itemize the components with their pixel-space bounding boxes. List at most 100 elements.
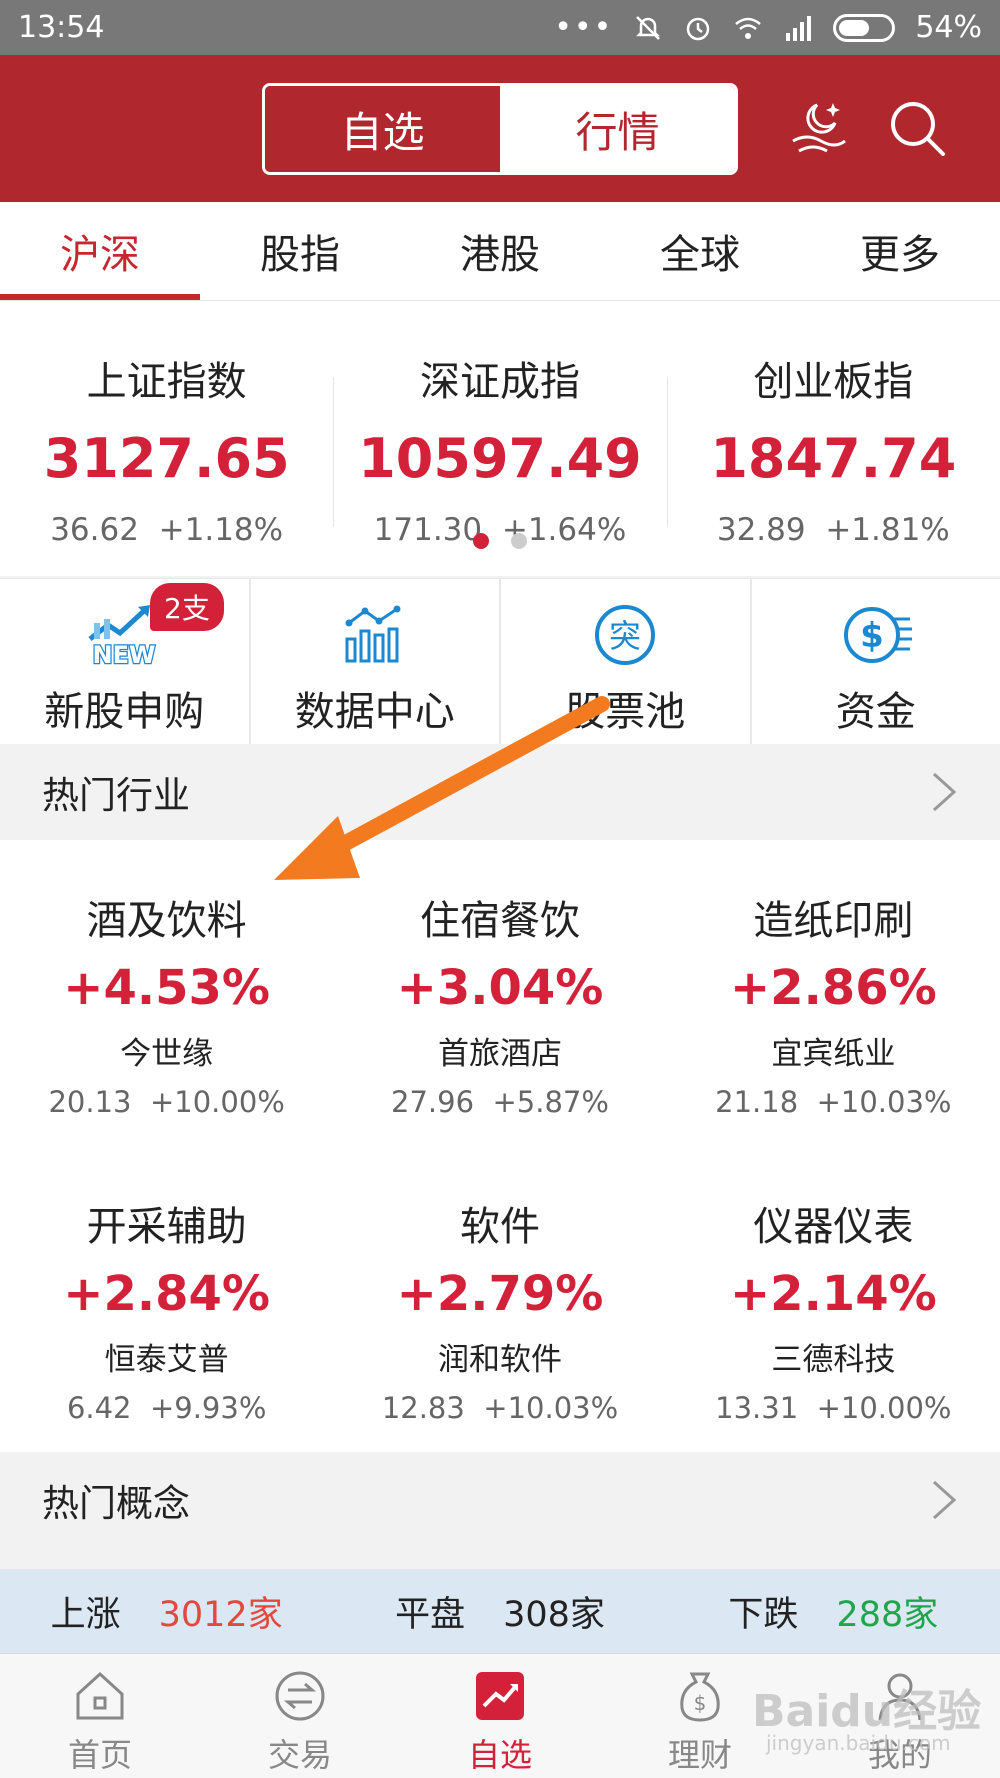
night-mode-icon[interactable] <box>787 97 849 159</box>
nav-trade[interactable]: 交易 <box>200 1654 400 1778</box>
leading-stock-quote: 27.96 +5.87% <box>391 1085 609 1119</box>
industry-name: 仪器仪表 <box>753 1204 914 1250</box>
hot-concepts-header[interactable]: 热门概念 <box>0 1452 1000 1548</box>
industry-card[interactable]: 软件 +2.79% 润和软件 12.83 +10.03% <box>333 1146 666 1452</box>
feature-capital[interactable]: $ 资金 <box>752 579 1000 744</box>
money-bag-icon: $ <box>680 1672 720 1722</box>
index-name: 深证成指 <box>419 359 580 405</box>
capital-icon: $ <box>843 607 912 663</box>
unchanged-label: 平盘 <box>395 1594 466 1635</box>
watermark-url: jingyan.baidu.com <box>766 1731 951 1755</box>
tab-shanghai-shenzhen[interactable]: 沪深 <box>0 202 200 300</box>
industry-change: +2.79% <box>396 1266 604 1322</box>
status-time: 13:54 <box>18 10 105 45</box>
nav-label: 自选 <box>467 1736 532 1774</box>
carousel-dot-active <box>473 533 489 549</box>
leading-stock: 润和软件 <box>437 1342 562 1378</box>
signal-icon <box>786 15 812 41</box>
tab-more[interactable]: 更多 <box>800 202 1000 300</box>
feature-label: 股票池 <box>565 689 686 735</box>
tab-stock-index[interactable]: 股指 <box>200 202 400 300</box>
chevron-right-icon <box>932 772 957 812</box>
index-change: 32.89 +1.81% <box>716 512 950 548</box>
leading-stock-quote: 6.42 +9.93% <box>66 1391 267 1425</box>
capital-icon-glyph: $ <box>860 616 884 656</box>
feature-stock-pool[interactable]: 突 股票池 <box>501 579 752 744</box>
nav-watchlist[interactable]: 自选 <box>400 1654 600 1778</box>
breakout-icon: 突 <box>595 605 656 665</box>
nav-label: 交易 <box>267 1736 332 1774</box>
section-title: 热门概念 <box>42 1482 190 1525</box>
index-value: 1847.74 <box>710 427 957 490</box>
segment-control: 自选 行情 <box>262 83 738 175</box>
industry-name: 开采辅助 <box>86 1204 247 1250</box>
industry-change: +2.86% <box>729 960 937 1016</box>
battery-icon <box>833 13 896 42</box>
tab-hong-kong[interactable]: 港股 <box>400 202 600 300</box>
chevron-right-icon <box>932 1480 957 1520</box>
index-name: 上证指数 <box>86 359 247 405</box>
segment-market[interactable]: 行情 <box>500 86 735 172</box>
industry-card[interactable]: 酒及饮料 +4.53% 今世缘 20.13 +10.00% <box>0 840 333 1146</box>
index-value: 3127.65 <box>43 427 290 490</box>
baidu-watermark: Baidu经验 jingyan.baidu.com <box>752 1675 981 1755</box>
industry-card[interactable]: 住宿餐饮 +3.04% 首旅酒店 27.96 +5.87% <box>333 840 666 1146</box>
industry-change: +2.84% <box>63 1266 271 1322</box>
unchanged-count: 308家 <box>503 1594 605 1635</box>
watchlist-icon <box>476 1672 524 1720</box>
svg-text:$: $ <box>694 1691 707 1715</box>
industry-name: 造纸印刷 <box>753 898 914 944</box>
industry-card[interactable]: 仪器仪表 +2.14% 三德科技 13.31 +10.00% <box>667 1146 1000 1452</box>
section-title: 热门行业 <box>42 774 190 817</box>
feature-label: 新股申购 <box>44 689 205 735</box>
leading-stock: 三德科技 <box>771 1342 896 1378</box>
feature-data-center[interactable]: 数据中心 <box>251 579 501 744</box>
advancers: 上涨 3012家 <box>0 1586 333 1637</box>
industry-card[interactable]: 造纸印刷 +2.86% 宜宾纸业 21.18 +10.03% <box>667 840 1000 1146</box>
index-name: 创业板指 <box>753 359 914 405</box>
leading-stock: 恒泰艾普 <box>104 1342 229 1378</box>
home-icon <box>76 1671 124 1720</box>
status-bar: 13:54 ••• 54% <box>0 0 1000 55</box>
nav-label: 首页 <box>67 1736 132 1774</box>
new-stock-badge: 2支 <box>150 583 224 631</box>
feature-shortcuts: NEW 2支 新股申购 数据中心 突 股票池 $ 资金 <box>0 578 1000 744</box>
leading-stock: 首旅酒店 <box>437 1036 562 1072</box>
unchanged: 平盘 308家 <box>333 1586 666 1637</box>
carousel-indicator <box>473 533 527 549</box>
leading-stock-quote: 21.18 +10.03% <box>715 1085 952 1119</box>
index-card[interactable]: 创业板指 1847.74 32.89 +1.81% <box>666 301 1000 576</box>
index-card[interactable]: 上证指数 3127.65 36.62 +1.18% <box>0 301 333 576</box>
app-header: 自选 行情 <box>0 55 1000 202</box>
index-value: 10597.49 <box>358 427 642 490</box>
nav-label: 理财 <box>667 1736 732 1774</box>
nav-home[interactable]: 首页 <box>0 1654 200 1778</box>
svg-text:NEW: NEW <box>93 641 156 669</box>
index-change: 36.62 +1.18% <box>50 512 284 548</box>
hot-industries-grid: 酒及饮料 +4.53% 今世缘 20.13 +10.00% 住宿餐饮 +3.04… <box>0 840 1000 1452</box>
industry-card[interactable]: 开采辅助 +2.84% 恒泰艾普 6.42 +9.93% <box>0 1146 333 1452</box>
breakout-icon-glyph: 突 <box>609 617 641 655</box>
leading-stock-quote: 20.13 +10.00% <box>48 1085 285 1119</box>
more-dots-icon: ••• <box>554 10 614 45</box>
leading-stock: 宜宾纸业 <box>771 1036 896 1072</box>
industry-name: 软件 <box>459 1204 540 1250</box>
advancers-count: 3012家 <box>158 1594 283 1635</box>
industry-change: +2.14% <box>729 1266 937 1322</box>
market-breadth-bar[interactable]: 上涨 3012家 平盘 308家 下跌 288家 <box>0 1569 1000 1653</box>
tab-global[interactable]: 全球 <box>600 202 800 300</box>
data-chart-icon <box>345 605 401 663</box>
feature-new-stock[interactable]: NEW 2支 新股申购 <box>0 579 251 744</box>
segment-watchlist[interactable]: 自选 <box>265 86 500 172</box>
industry-name: 酒及饮料 <box>86 898 247 944</box>
decliners: 下跌 288家 <box>667 1586 1000 1637</box>
hot-industries-header[interactable]: 热门行业 <box>0 744 1000 840</box>
battery-level: 54% <box>915 10 982 45</box>
search-icon[interactable] <box>886 97 948 159</box>
feature-label: 资金 <box>835 689 916 735</box>
advancers-label: 上涨 <box>50 1594 121 1635</box>
decliners-label: 下跌 <box>728 1594 799 1635</box>
market-tabs: 沪深 股指 港股 全球 更多 <box>0 202 1000 300</box>
industry-change: +3.04% <box>396 960 604 1016</box>
leading-stock-quote: 12.83 +10.03% <box>381 1391 619 1425</box>
